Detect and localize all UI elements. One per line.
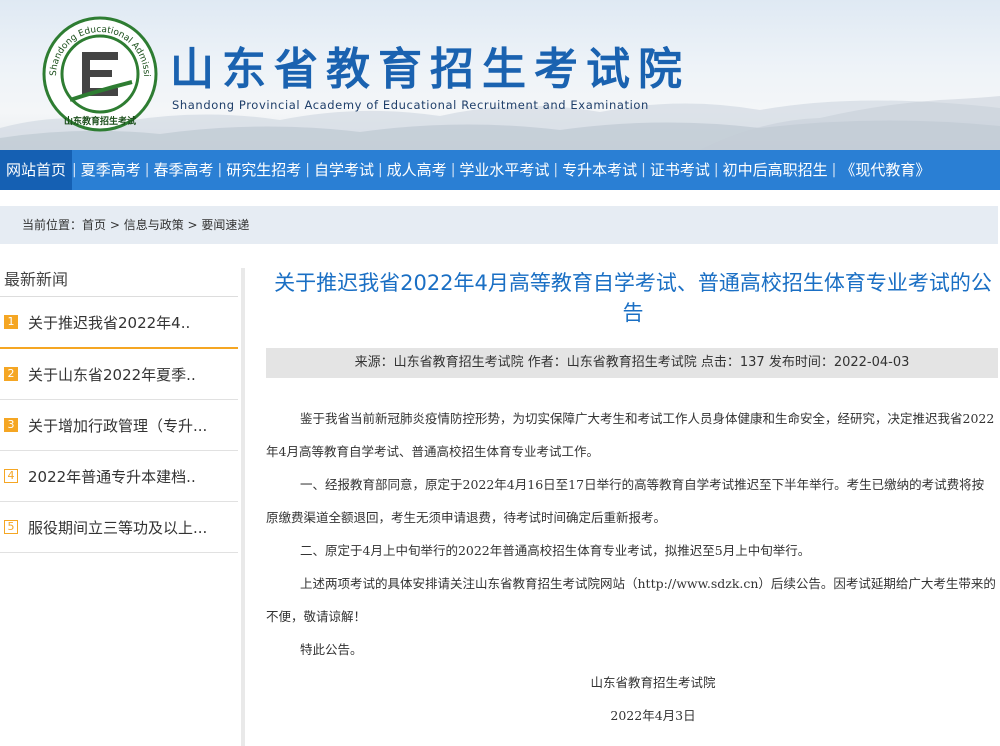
article-meta: 来源：山东省教育招生考试院 作者：山东省教育招生考试院 点击：137 发布时间：… [266, 348, 998, 378]
latest-news-sidebar: 最新新闻 1 关于推迟我省2022年4.. 2 关于山东省2022年夏季.. 3… [0, 262, 240, 746]
news-item[interactable]: 1 关于推迟我省2022年4.. [0, 297, 238, 349]
news-item-label: 关于山东省2022年夏季.. [28, 365, 196, 384]
nav-vocational-admission[interactable]: 初中后高职招生 [719, 150, 832, 190]
site-title: 山东省教育招生考试院 [170, 44, 690, 95]
article-date: 2022年4月3日 [610, 708, 696, 723]
news-item[interactable]: 5 服役期间立三等功及以上... [0, 502, 238, 553]
nav-academic-level-exam[interactable]: 学业水平考试 [455, 150, 553, 190]
news-rank-badge: 5 [4, 520, 18, 534]
nav-self-study-exam[interactable]: 自学考试 [310, 150, 378, 190]
article-paragraph: 鉴于我省当前新冠肺炎疫情防控形势，为切实保障广大考生和考试工作人员身体健康和生命… [266, 411, 995, 459]
article-paragraph: 特此公告。 [300, 642, 363, 657]
nav-spring-gaokao[interactable]: 春季高考 [149, 150, 217, 190]
sidebar-title: 最新新闻 [4, 270, 69, 289]
nav-upgrade-exam[interactable]: 专升本考试 [558, 150, 641, 190]
news-item[interactable]: 2 关于山东省2022年夏季.. [0, 349, 238, 400]
article-title: 关于推迟我省2022年4月高等教育自学考试、普通高校招生体育专业考试的公告 [274, 271, 992, 325]
nav-certificate-exam[interactable]: 证书考试 [646, 150, 714, 190]
sidebar-vertical-divider [241, 268, 245, 746]
news-rank-badge: 1 [4, 315, 18, 329]
news-list: 1 关于推迟我省2022年4.. 2 关于山东省2022年夏季.. 3 关于增加… [0, 297, 238, 553]
nav-graduate-exam[interactable]: 研究生招考 [222, 150, 305, 190]
nav-home[interactable]: 网站首页 [0, 150, 73, 190]
article-body: 鉴于我省当前新冠肺炎疫情防控形势，为切实保障广大考生和考试工作人员身体健康和生命… [266, 402, 1000, 666]
breadcrumb: 当前位置：首页 > 信息与政策 > 要闻速递 [0, 206, 998, 244]
breadcrumb-separator: > [106, 218, 124, 232]
news-item-label: 2022年普通专升本建档.. [28, 467, 196, 486]
news-rank-badge: 4 [4, 469, 18, 483]
breadcrumb-separator: > [183, 218, 202, 232]
news-item[interactable]: 3 关于增加行政管理（专升... [0, 400, 238, 451]
article-signature: 山东省教育招生考试院 [590, 675, 716, 690]
breadcrumb-prefix: 当前位置： [22, 218, 83, 232]
article-paragraph: 一、经报教育部同意，原定于2022年4月16日至17日举行的高等教育自学考试推迟… [266, 477, 985, 525]
article-container: 关于推迟我省2022年4月高等教育自学考试、普通高校招生体育专业考试的公告 来源… [266, 262, 1000, 732]
news-item-label: 服役期间立三等功及以上... [28, 518, 208, 537]
site-header: Shandong Educational Admission & Examina… [0, 0, 1000, 150]
main-nav: 网站首页 | 夏季高考 | 春季高考 | 研究生招考 | 自学考试 | 成人高考… [0, 150, 1000, 190]
news-item-label: 关于增加行政管理（专升... [28, 416, 208, 435]
breadcrumb-policy-link[interactable]: 信息与政策 [124, 218, 184, 232]
svg-text:山东教育招生考试: 山东教育招生考试 [64, 115, 136, 127]
breadcrumb-news-link[interactable]: 要闻速递 [201, 218, 249, 232]
nav-summer-gaokao[interactable]: 夏季高考 [77, 150, 145, 190]
news-item-label: 关于推迟我省2022年4.. [28, 313, 191, 332]
academy-emblem-icon: Shandong Educational Admission & Examina… [40, 12, 158, 132]
news-rank-badge: 2 [4, 367, 18, 381]
nav-adult-exam[interactable]: 成人高考 [383, 150, 451, 190]
news-rank-badge: 3 [4, 418, 18, 432]
article-paragraph: 二、原定于4月上中旬举行的2022年普通高校招生体育专业考试，拟推迟至5月上中旬… [300, 543, 811, 558]
article-paragraph: 上述两项考试的具体安排请关注山东省教育招生考试院网站（http://www.sd… [266, 576, 996, 624]
nav-modern-education[interactable]: 《现代教育》 [836, 150, 934, 190]
news-item[interactable]: 4 2022年普通专升本建档.. [0, 451, 238, 502]
breadcrumb-home-link[interactable]: 首页 [82, 218, 106, 232]
site-subtitle: Shandong Provincial Academy of Education… [172, 98, 649, 112]
